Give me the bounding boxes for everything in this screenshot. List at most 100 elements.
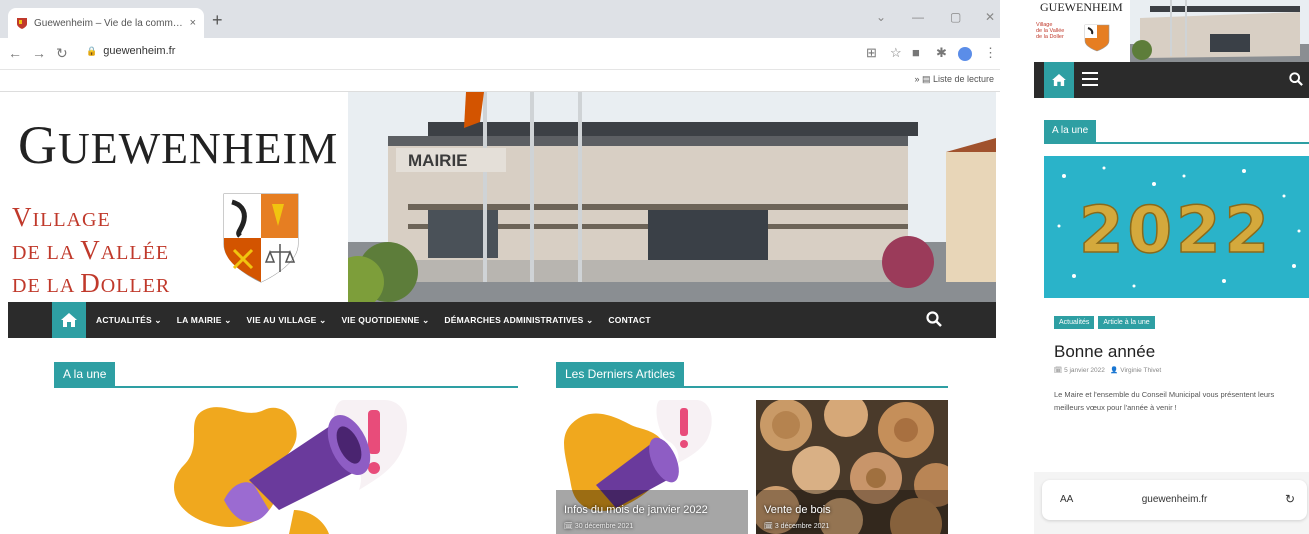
tag-actualites[interactable]: Actualités [1054,316,1095,329]
nav-item-la-mairie[interactable]: LA MAIRIE ⌄ [177,315,232,326]
hamburger-menu-icon[interactable] [1082,72,1098,90]
lock-icon: 🔒 [86,46,98,56]
mobile-browser-window: GUEWENHEIM Village de la Vallée de la Do… [1034,0,1309,534]
mobile-home-button[interactable] [1044,62,1074,98]
mobile-tagline: Village de la Vallée de la Doller [1036,22,1064,40]
mobile-url-text: guewenheim.fr [1141,494,1208,505]
reading-list-button[interactable]: » ▤ Liste de lecture [914,74,994,85]
tagline-cap: D [80,268,101,298]
mobile-post-title[interactable]: Bonne année [1054,342,1155,362]
address-bar: ← → ↻ 🔒 guewenheim.fr ⊞ ☆ ■ ✱ ⋮ [0,38,1000,70]
search-icon[interactable] [926,311,942,327]
megaphone-illustration [174,400,408,534]
main-navigation: ACTUALITÉS ⌄ LA MAIRIE ⌄ VIE AU VILLAGE … [8,302,996,338]
site-tagline: VILLAGE DE LA VALLÉE DE LA DOLLER [12,202,170,301]
tagline-pre: DE LA [12,242,81,264]
tagline-cap: V [12,202,33,232]
mobile-site-title[interactable]: GUEWENHEIM [1040,0,1123,15]
translate-icon[interactable]: ⊞ [866,45,877,61]
tagline-line-2: DE LA VALLÉE [12,235,170,268]
article-card-date: 🗓 3 décembre 2021 [764,523,830,530]
site-header: GUEWENHEIM VILLAGE DE LA VALLÉE DE LA DO… [8,92,996,302]
site-title-initial: G [18,115,58,175]
tagline-line-3: DE LA DOLLER [12,268,170,301]
town-hall-photo: MAIRIE [348,92,996,302]
article-card-date-text: 3 décembre 2021 [774,523,830,530]
tagline-pre: DE LA [12,275,81,297]
tagline-cap: V [80,235,101,265]
mobile-featured-image[interactable]: 2022 [1044,156,1309,298]
minimize-window-icon[interactable]: — [912,10,924,24]
article-card-date: 🗓 30 décembre 2021 [564,523,634,530]
new-tab-button[interactable]: + [212,10,223,31]
article-card[interactable]: Vente de bois 🗓 3 décembre 2021 [756,400,948,534]
url-text: guewenheim.fr [103,45,176,57]
url-field[interactable]: 🔒 guewenheim.fr [86,45,175,57]
tagline-rest: OLLER [100,275,171,297]
latest-section-header: Les Derniers Articles [556,362,948,388]
mobile-tagline-line: de la Doller [1036,34,1064,40]
forward-icon[interactable]: → [32,45,46,61]
maximize-icon[interactable]: ▢ [950,10,961,24]
coat-of-arms-icon [223,193,299,283]
site-title-rest: UEWENHEIM [58,124,339,173]
building-sign-text: MAIRIE [408,151,468,170]
featured-heading: A la une [54,362,116,386]
tagline-line-1: VILLAGE [12,202,170,235]
article-card-date-text: 30 décembre 2021 [574,523,634,530]
article-card-title[interactable]: Vente de bois [764,504,831,516]
featured-section-header: A la une [54,362,518,388]
article-card-title[interactable]: Infos du mois de janvier 2022 [564,504,708,516]
mobile-post-excerpt: Le Maire et l'ensemble du Conseil Munici… [1054,390,1275,412]
nav-item-contact[interactable]: CONTACT [608,315,650,325]
new-year-2022-image: 2022 [1044,156,1309,298]
home-icon [61,313,77,327]
tab-title: Guewenheim – Vie de la comm… [34,17,183,29]
back-icon[interactable]: ← [8,45,22,61]
profile-avatar[interactable] [958,47,972,61]
close-window-icon[interactable]: ✕ [985,10,995,24]
mobile-post-date: 5 janvier 2022 [1064,367,1105,374]
nav-item-vie-quotidienne[interactable]: VIE QUOTIDIENNE ⌄ [341,315,429,326]
mobile-featured-section-header: A la une [1044,120,1309,144]
mobile-featured-heading: A la une [1044,120,1097,142]
nav-item-actualites[interactable]: ACTUALITÉS ⌄ [96,315,162,326]
mobile-post-tags: Actualités Article à la une [1054,316,1159,329]
site-favicon-icon [17,18,27,29]
tag-article-a-la-une[interactable]: Article à la une [1098,316,1155,329]
nav-menu: ACTUALITÉS ⌄ LA MAIRIE ⌄ VIE AU VILLAGE … [96,302,666,338]
mobile-navigation [1034,62,1309,98]
nav-home-button[interactable] [52,302,86,338]
mobile-town-hall-photo [1130,0,1309,62]
mobile-crest-icon [1084,24,1110,52]
mobile-image-2022-text: 2022 [1079,194,1273,268]
search-icon[interactable] [1289,72,1303,86]
tab-close-icon[interactable]: × [190,17,196,29]
mobile-post-author[interactable]: Virginie Thivet [1120,367,1161,374]
featured-article-image[interactable] [54,400,518,534]
reload-icon[interactable]: ↻ [1285,492,1295,506]
mobile-post-meta: 🗓 5 janvier 2022 👤 Virginie Thivet [1054,367,1162,374]
reading-list-label: Liste de lecture [932,74,994,84]
article-card[interactable]: Infos du mois de janvier 2022 🗓 30 décem… [556,400,748,534]
puzzle-icon[interactable]: ✱ [936,45,947,61]
minimize-icon[interactable]: ⌄ [876,10,886,24]
browser-tab[interactable]: Guewenheim – Vie de la comm… × [8,8,204,38]
latest-heading: Les Derniers Articles [556,362,685,386]
bookmark-star-icon[interactable]: ☆ [890,45,902,61]
tagline-rest: ILLAGE [32,209,111,231]
tagline-rest: ALLÉE [100,242,170,264]
home-icon [1052,74,1066,86]
desktop-browser-window: Guewenheim – Vie de la comm… × + ⌄ — ▢ ✕… [0,0,1000,534]
nav-item-vie-au-village[interactable]: VIE AU VILLAGE ⌄ [247,315,327,326]
reload-icon[interactable]: ↻ [56,45,68,62]
mobile-site-header: GUEWENHEIM Village de la Vallée de la Do… [1034,0,1309,62]
extension-icon[interactable]: ■ [912,45,920,60]
site-title[interactable]: GUEWENHEIM [18,114,338,176]
nav-item-demarches[interactable]: DÉMARCHES ADMINISTRATIVES ⌄ [444,315,593,326]
mobile-url-field[interactable]: AA guewenheim.fr ↻ [1042,480,1307,520]
menu-dots-icon[interactable]: ⋮ [984,45,997,61]
tab-bar: Guewenheim – Vie de la comm… × + ⌄ — ▢ ✕ [0,0,1000,38]
bookmarks-bar: » ▤ Liste de lecture [0,70,1000,92]
mobile-url-bar: AA guewenheim.fr ↻ [1034,472,1309,534]
